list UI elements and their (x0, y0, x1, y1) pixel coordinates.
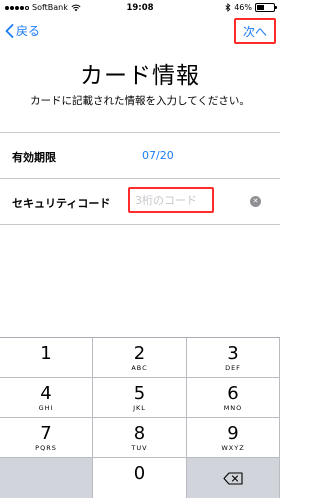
numeric-keypad: 1 2 ABC 3 DEF 4 GHI 5 JKL 6 MNO 7 PQRS 8 TUV 9W… (0, 337, 280, 498)
expiry-label: 有効期限 (12, 151, 56, 164)
security-code-label: セキュリティコード (12, 197, 111, 210)
key-6[interactable]: 6 MNO (187, 378, 280, 418)
chevron-left-icon (5, 23, 14, 38)
delete-key[interactable] (187, 458, 280, 498)
key-4[interactable]: 4 GHI (0, 378, 93, 418)
expiry-value[interactable]: 07/20 (142, 149, 174, 162)
key-3[interactable]: 3 DEF (187, 338, 280, 378)
key-7[interactable]: 7 PQRS (0, 418, 93, 458)
status-bar: SoftBank 19:08 46% (0, 0, 280, 16)
back-button[interactable]: 戻る (5, 22, 40, 39)
next-button[interactable]: 次へ (234, 18, 276, 44)
key-blank (0, 458, 93, 498)
back-label: 戻る (16, 24, 41, 38)
key-8[interactable]: 8 TUV (93, 418, 187, 458)
page-title: カード情報 (80, 63, 200, 89)
expiry-row[interactable]: 有効期限 07/20 (0, 133, 280, 179)
backspace-icon (223, 471, 243, 485)
key-0[interactable]: 0 (93, 458, 187, 498)
card-info-form: 有効期限 07/20 セキュリティコード 3桁のコード ✕ (0, 132, 280, 225)
battery-icon (255, 3, 277, 12)
key-1[interactable]: 1 (0, 338, 93, 378)
status-right: 46% (225, 3, 277, 12)
bluetooth-icon (225, 3, 231, 12)
key-5[interactable]: 5 JKL (93, 378, 187, 418)
next-label: 次へ (242, 24, 267, 39)
key-9[interactable]: 9 WXYZ (187, 418, 280, 458)
security-code-row: セキュリティコード 3桁のコード ✕ (0, 179, 280, 225)
page-subtitle: カードに記載された情報を入力してください。 (30, 95, 250, 107)
key-2[interactable]: 2 ABC (93, 338, 187, 378)
battery-percent: 46% (234, 3, 252, 12)
clear-icon[interactable]: ✕ (250, 196, 261, 207)
security-code-input[interactable]: 3桁のコード (128, 187, 214, 213)
